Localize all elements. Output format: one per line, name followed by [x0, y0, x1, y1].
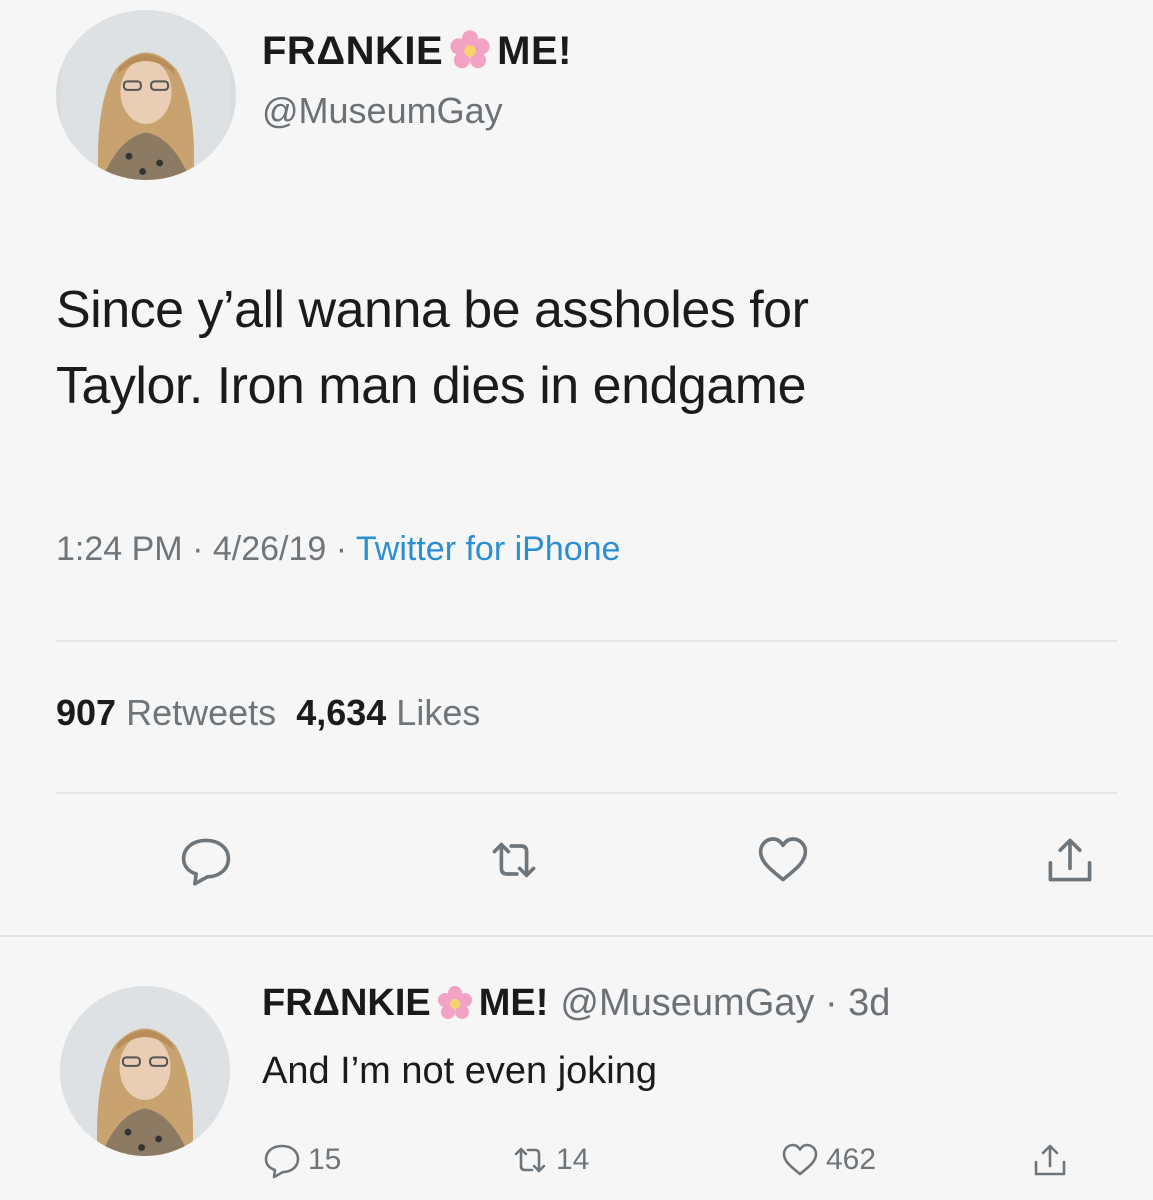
user-handle[interactable]: @MuseumGay	[262, 90, 503, 132]
reply-count: 15	[308, 1143, 342, 1176]
display-name-part2: ME!	[478, 982, 549, 1024]
retweet-icon	[492, 842, 536, 878]
reply-icon	[181, 838, 231, 886]
share-button[interactable]	[1042, 832, 1098, 888]
retweet-icon	[514, 1147, 546, 1173]
retweet-button[interactable]: 14	[510, 1140, 589, 1180]
like-icon	[758, 837, 808, 882]
retweet-count[interactable]: 907	[56, 692, 116, 733]
tweet-text: Since y’all wanna be assholes for Taylor…	[56, 272, 1116, 424]
like-count: 462	[826, 1143, 877, 1176]
display-name[interactable]: FRΔNKIE ME!	[262, 982, 548, 1025]
reply-button[interactable]: 15	[262, 1140, 341, 1180]
display-name-part2: ME!	[497, 28, 572, 73]
reply-text: And I’m not even joking	[262, 1050, 658, 1092]
tweet-text-line1: Since y’all wanna be assholes for	[56, 281, 809, 339]
tweet-meta: 1:24 PM · 4/26/19 · Twitter for iPhone	[56, 530, 620, 569]
like-label[interactable]: Likes	[396, 692, 480, 733]
divider	[0, 935, 1153, 937]
display-name-part1: FRΔNKIE	[262, 982, 431, 1024]
avatar[interactable]	[56, 10, 236, 180]
tweet-actions	[0, 832, 1153, 902]
retweet-count: 14	[556, 1143, 590, 1176]
avatar-image	[61, 10, 231, 180]
tweet-source-link[interactable]: Twitter for iPhone	[356, 530, 621, 568]
share-icon	[1034, 1144, 1066, 1176]
tweet-text-line2: Taylor. Iron man dies in endgame	[56, 357, 806, 415]
share-icon	[1048, 838, 1092, 882]
flower-emoji-icon	[447, 28, 493, 74]
meta-separator: ·	[182, 530, 213, 568]
like-count[interactable]: 4,634	[296, 692, 386, 733]
tweet-time: 1:24 PM	[56, 530, 183, 568]
display-name[interactable]: FRΔNKIE ME!	[262, 28, 572, 74]
reply-actions: 15 14 462	[0, 1140, 1153, 1190]
reply-button[interactable]	[178, 832, 234, 888]
retweet-label[interactable]: Retweets	[126, 692, 276, 733]
avatar[interactable]	[60, 986, 230, 1156]
reply-tweet[interactable]: FRΔNKIE ME! @MuseumGay · 3d And I’m not …	[0, 960, 1153, 1200]
retweet-button[interactable]	[486, 832, 542, 888]
share-button[interactable]	[1030, 1140, 1070, 1180]
tweet-date: 4/26/19	[212, 530, 327, 568]
like-button[interactable]: 462	[780, 1140, 876, 1180]
flower-emoji-icon	[435, 984, 475, 1024]
reply-icon	[264, 1144, 300, 1179]
divider	[56, 792, 1117, 794]
meta-separator: ·	[326, 530, 356, 568]
tweet-stats: 907 Retweets 4,634 Likes	[56, 692, 480, 734]
like-button[interactable]	[755, 832, 811, 888]
divider	[56, 640, 1117, 642]
main-tweet: FRΔNKIE ME! @MuseumGay Since y’all wanna…	[0, 0, 1153, 940]
avatar-image	[60, 986, 230, 1156]
like-icon	[782, 1143, 818, 1176]
user-handle-time[interactable]: @MuseumGay · 3d	[560, 982, 890, 1025]
reply-header: FRΔNKIE ME! @MuseumGay · 3d	[262, 982, 890, 1025]
display-name-part1: FRΔNKIE	[262, 28, 444, 73]
